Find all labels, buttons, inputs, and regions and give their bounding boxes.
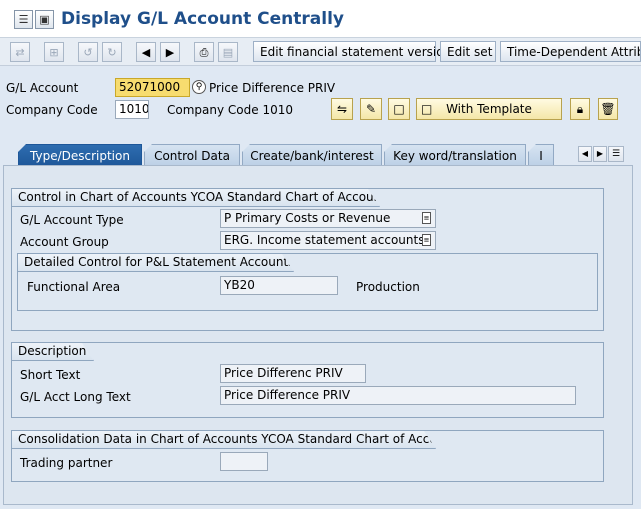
- control-group-title: Control in Chart of Accounts YCOA Standa…: [12, 189, 380, 207]
- title-bar: ☰ ▣ Display G/L Account Centrally: [0, 0, 641, 38]
- with-template-label: With Template: [446, 102, 532, 116]
- menu-icon[interactable]: ☰: [14, 10, 33, 29]
- hierarchy-icon[interactable]: ⊞: [44, 42, 64, 62]
- gl-account-label: G/L Account: [6, 81, 79, 95]
- tab-scroll-left-icon[interactable]: ◀: [578, 146, 592, 162]
- dropdown-icon: ≡: [422, 234, 431, 246]
- long-text-label: G/L Acct Long Text: [20, 390, 131, 404]
- other-object-icon[interactable]: ↺: [78, 42, 98, 62]
- tab-control-data[interactable]: Control Data: [144, 144, 240, 166]
- next-icon[interactable]: ▶: [160, 42, 180, 62]
- gl-type-value: P Primary Costs or Revenue: [224, 211, 391, 225]
- functional-area-field[interactable]: YB20: [220, 276, 338, 295]
- document-icon[interactable]: ▤: [218, 42, 238, 62]
- company-code-input[interactable]: 1010: [115, 100, 149, 119]
- pl-group-title: Detailed Control for P&L Statement Accou…: [18, 254, 294, 272]
- time-dependent-button[interactable]: Time-Dependent Attribu: [500, 41, 641, 62]
- refresh-icon[interactable]: ↻: [102, 42, 122, 62]
- account-group-value: ERG. Income statement accounts: [224, 233, 425, 247]
- tab-create-bank-interest[interactable]: Create/bank/interest: [242, 144, 382, 166]
- long-text-field[interactable]: Price Difference PRIV: [220, 386, 576, 405]
- previous-icon[interactable]: ◀: [136, 42, 156, 62]
- with-template-button[interactable]: □ With Template: [416, 98, 562, 120]
- tab-type-description[interactable]: Type/Description: [18, 144, 142, 166]
- edit-pencil-icon[interactable]: ✎: [360, 98, 382, 120]
- display-change-icon[interactable]: ⇋: [331, 98, 353, 120]
- functional-area-description: Production: [356, 280, 420, 294]
- save-icon[interactable]: ▣: [35, 10, 54, 29]
- tab-more[interactable]: I: [528, 144, 554, 166]
- account-group-field[interactable]: ERG. Income statement accounts ≡: [220, 231, 436, 250]
- tab-keyword-translation[interactable]: Key word/translation: [384, 144, 526, 166]
- gl-account-description: Price Difference PRIV: [209, 81, 336, 95]
- gl-account-input[interactable]: 52071000: [115, 78, 190, 97]
- switch-icon[interactable]: ⇄: [10, 42, 30, 62]
- control-group: Control in Chart of Accounts YCOA Standa…: [11, 188, 604, 331]
- company-code-label: Company Code: [6, 103, 98, 117]
- gl-type-field[interactable]: P Primary Costs or Revenue ≡: [220, 209, 436, 228]
- account-group-label: Account Group: [20, 235, 109, 249]
- gl-type-label: G/L Account Type: [20, 213, 124, 227]
- print-icon[interactable]: ⎙: [194, 42, 214, 62]
- lock-icon[interactable]: 🔒︎: [570, 98, 590, 120]
- create-icon[interactable]: □: [388, 98, 410, 120]
- description-group-title: Description: [12, 343, 94, 361]
- description-group: Description Short Text Price Differenc P…: [11, 342, 604, 418]
- search-help-icon[interactable]: ⚲: [192, 80, 206, 94]
- delete-icon[interactable]: 🗑︎: [598, 98, 618, 120]
- edit-set-button[interactable]: Edit set: [440, 41, 496, 62]
- company-code-description: Company Code 1010: [167, 103, 293, 117]
- trading-partner-field[interactable]: [220, 452, 268, 471]
- dropdown-icon: ≡: [422, 212, 431, 224]
- page-title: Display G/L Account Centrally: [61, 9, 344, 29]
- functional-area-label: Functional Area: [27, 280, 121, 294]
- tab-list-icon[interactable]: ☰: [608, 146, 624, 162]
- consolidation-group: Consolidation Data in Chart of Accounts …: [11, 430, 604, 482]
- trading-partner-label: Trading partner: [20, 456, 113, 470]
- edit-fs-version-button[interactable]: Edit financial statement version: [253, 41, 451, 62]
- tab-scroll-right-icon[interactable]: ▶: [593, 146, 607, 162]
- application-toolbar: ⇄ ⊞ ↺ ↻ ◀ ▶ ⎙ ▤ Edit financial statement…: [0, 38, 641, 66]
- create-template-icon: □: [421, 102, 433, 116]
- consolidation-group-title: Consolidation Data in Chart of Accounts …: [12, 431, 436, 449]
- pl-group: Detailed Control for P&L Statement Accou…: [17, 253, 598, 311]
- short-text-label: Short Text: [20, 368, 81, 382]
- short-text-field[interactable]: Price Differenc PRIV: [220, 364, 366, 383]
